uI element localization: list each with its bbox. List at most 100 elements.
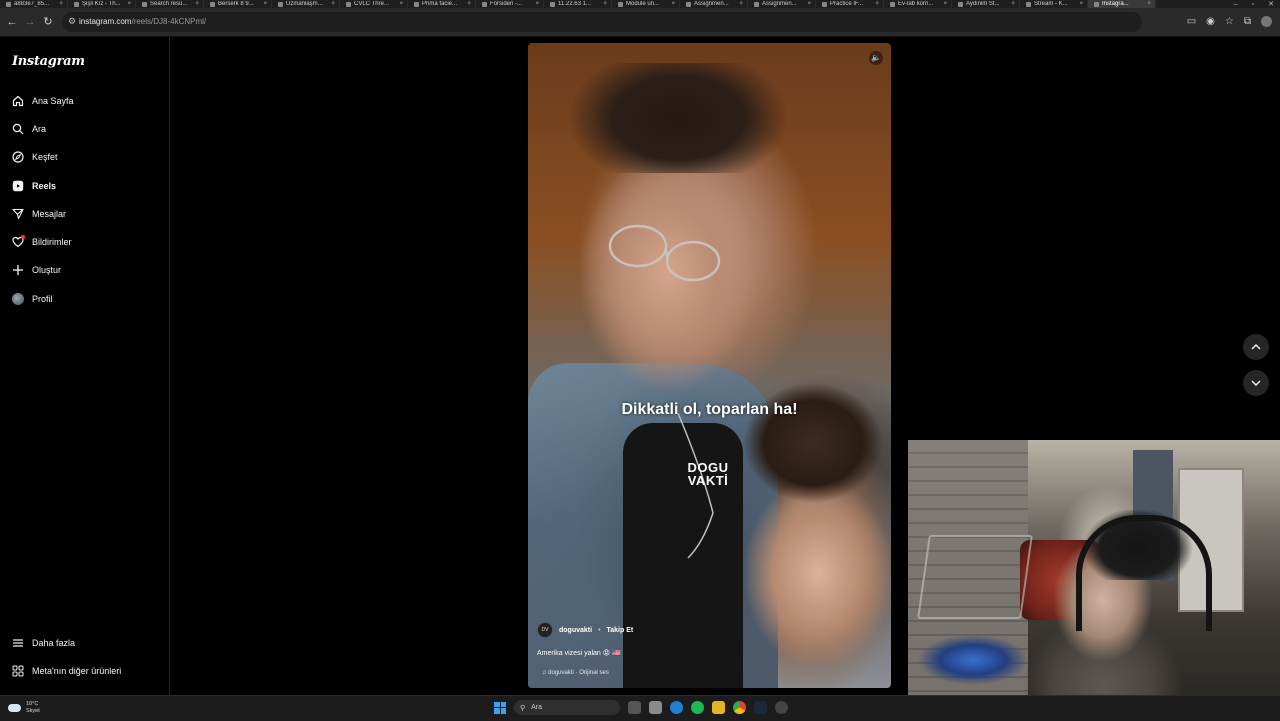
bookmark-star-icon[interactable]: ☆ bbox=[1225, 16, 1234, 27]
toolbar-icons: ▭ ◉ ☆ ⧉ bbox=[1187, 16, 1272, 27]
browser-tab[interactable]: Stream - K... × bbox=[1020, 0, 1088, 8]
tab-title: Search resu... bbox=[150, 1, 188, 7]
tab-title: Instagra... bbox=[1102, 1, 1129, 7]
browser-tab[interactable]: Module un... × bbox=[612, 0, 680, 8]
home-icon bbox=[12, 95, 24, 107]
browser-tab[interactable]: Practice IF... × bbox=[816, 0, 884, 8]
tab-title: CVLC Thre... bbox=[354, 1, 389, 7]
nav-messages[interactable]: Mesajlar bbox=[12, 204, 66, 224]
audio-toggle-icon[interactable]: 🔈 bbox=[869, 51, 883, 65]
eye-icon[interactable]: ◉ bbox=[1206, 16, 1215, 27]
close-tab-icon[interactable]: × bbox=[671, 1, 675, 7]
browser-tab[interactable]: Assignmen... × bbox=[748, 0, 816, 8]
chevron-up-icon bbox=[1251, 344, 1261, 350]
browser-profile-avatar[interactable] bbox=[1261, 16, 1272, 27]
nav-explore[interactable]: Keşfet bbox=[12, 147, 58, 167]
search-icon bbox=[12, 123, 24, 135]
windows-start-icon[interactable] bbox=[494, 701, 506, 714]
close-tab-icon[interactable]: × bbox=[127, 1, 131, 7]
favicon-icon bbox=[6, 1, 11, 7]
author-avatar[interactable]: DV bbox=[537, 622, 553, 638]
spotify-icon[interactable] bbox=[691, 701, 704, 714]
chrome-icon[interactable] bbox=[733, 701, 746, 714]
nav-notifications[interactable]: Bildirimler bbox=[12, 232, 72, 252]
nav-profile[interactable]: Profil bbox=[12, 289, 53, 309]
close-tab-icon[interactable]: × bbox=[739, 1, 743, 7]
nav-search[interactable]: Ara bbox=[12, 119, 46, 139]
nav-meta-products[interactable]: Meta'nın diğer ürünleri bbox=[12, 661, 121, 681]
nav-home[interactable]: Ana Sayfa bbox=[12, 91, 74, 111]
close-tab-icon[interactable]: × bbox=[195, 1, 199, 7]
window-controls: – ▫ ✕ bbox=[1234, 0, 1274, 9]
tab-title: 11.22.63 1... bbox=[558, 1, 591, 7]
browser-tab[interactable]: Ev-lab korri... × bbox=[884, 0, 952, 8]
minimize-icon[interactable]: – bbox=[1234, 1, 1238, 8]
address-bar[interactable]: ⚙ instagram.com/reels/DJ8-4kCNPml/ bbox=[62, 12, 1142, 32]
browser-tab[interactable]: Şişli Kız - Th... × bbox=[68, 0, 136, 8]
maximize-icon[interactable]: ▫ bbox=[1252, 1, 1254, 8]
browser-tab[interactable]: CVLC Thre... × bbox=[340, 0, 408, 8]
menu-icon bbox=[12, 637, 24, 649]
browser-tab[interactable]: Berserk 8 9... × bbox=[204, 0, 272, 8]
close-tab-icon[interactable]: × bbox=[603, 1, 607, 7]
taskbar-search[interactable]: ⚲ Ara bbox=[514, 700, 620, 715]
close-tab-icon[interactable]: × bbox=[535, 1, 539, 7]
reload-icon[interactable]: ↻ bbox=[40, 14, 56, 30]
video-subtitle: Dikkatli ol, toparlan ha! bbox=[621, 401, 798, 418]
app-icon[interactable] bbox=[775, 701, 788, 714]
favicon-icon bbox=[686, 1, 691, 7]
close-tab-icon[interactable]: × bbox=[263, 1, 267, 7]
author-username[interactable]: doguvakti bbox=[559, 627, 592, 634]
reel-caption[interactable]: Amerika vizesi yalan 😡 🇺🇸 bbox=[537, 649, 621, 657]
close-tab-icon[interactable]: × bbox=[943, 1, 947, 7]
forward-icon[interactable]: → bbox=[22, 14, 38, 30]
browser-tab[interactable]: 11.22.63 1... × bbox=[544, 0, 612, 8]
reel-video[interactable]: 🔈 Dikkatli ol, toparlan ha! DOGU VAKTİ D… bbox=[528, 43, 891, 688]
close-tab-icon[interactable]: × bbox=[875, 1, 879, 7]
tab-title: Stream - K... bbox=[1034, 1, 1068, 7]
browser-tab[interactable]: Uzmanlaşm... × bbox=[272, 0, 340, 8]
heart-icon bbox=[12, 235, 25, 248]
instagram-logo[interactable]: Instagram bbox=[12, 54, 85, 69]
favicon-icon bbox=[754, 1, 759, 7]
video-frame-child bbox=[723, 373, 891, 688]
browser-tab[interactable]: Prima facie... × bbox=[408, 0, 476, 8]
extensions-icon[interactable]: ⧉ bbox=[1244, 16, 1251, 27]
site-info-icon[interactable]: ⚙ bbox=[68, 16, 76, 27]
favicon-icon bbox=[142, 1, 147, 7]
close-tab-icon[interactable]: × bbox=[399, 1, 403, 7]
temperature: 10°C bbox=[26, 701, 39, 707]
browser-tab[interactable]: Instagra... × bbox=[1088, 0, 1156, 8]
steam-icon[interactable] bbox=[754, 701, 767, 714]
browser-tab[interactable]: Aydinim St... × bbox=[952, 0, 1020, 8]
nav-more[interactable]: Daha fazla bbox=[12, 633, 75, 653]
webcam-blue-object bbox=[918, 630, 1028, 690]
close-tab-icon[interactable]: × bbox=[467, 1, 471, 7]
previous-reel-button[interactable] bbox=[1243, 334, 1269, 360]
widgets-icon[interactable] bbox=[649, 701, 662, 714]
back-icon[interactable]: ← bbox=[4, 14, 20, 30]
edge-icon[interactable] bbox=[670, 701, 683, 714]
next-reel-button[interactable] bbox=[1243, 370, 1269, 396]
nav-reels[interactable]: Reels bbox=[12, 176, 56, 196]
weather-widget[interactable]: 10°C Skyet bbox=[8, 701, 40, 714]
task-view-icon[interactable] bbox=[628, 701, 641, 714]
close-tab-icon[interactable]: × bbox=[1079, 1, 1083, 7]
cast-icon[interactable]: ▭ bbox=[1187, 16, 1196, 27]
close-tab-icon[interactable]: × bbox=[59, 1, 63, 7]
browser-tab[interactable]: Forsiden -... × bbox=[476, 0, 544, 8]
browser-tab[interactable]: Assignmen... × bbox=[680, 0, 748, 8]
close-tab-icon[interactable]: × bbox=[1147, 1, 1151, 7]
close-window-icon[interactable]: ✕ bbox=[1268, 0, 1274, 8]
browser-tab[interactable]: a883e7_85... × bbox=[0, 0, 68, 8]
nav-create[interactable]: Oluştur bbox=[12, 260, 61, 280]
close-tab-icon[interactable]: × bbox=[331, 1, 335, 7]
plus-icon bbox=[12, 264, 24, 276]
close-tab-icon[interactable]: × bbox=[807, 1, 811, 7]
cloud-icon bbox=[8, 703, 21, 712]
reel-audio[interactable]: ♫ doguvakti · Orijinal ses bbox=[542, 670, 609, 676]
follow-button[interactable]: Takip Et bbox=[607, 627, 634, 634]
file-explorer-icon[interactable] bbox=[712, 701, 725, 714]
close-tab-icon[interactable]: × bbox=[1011, 1, 1015, 7]
browser-tab[interactable]: Search resu... × bbox=[136, 0, 204, 8]
